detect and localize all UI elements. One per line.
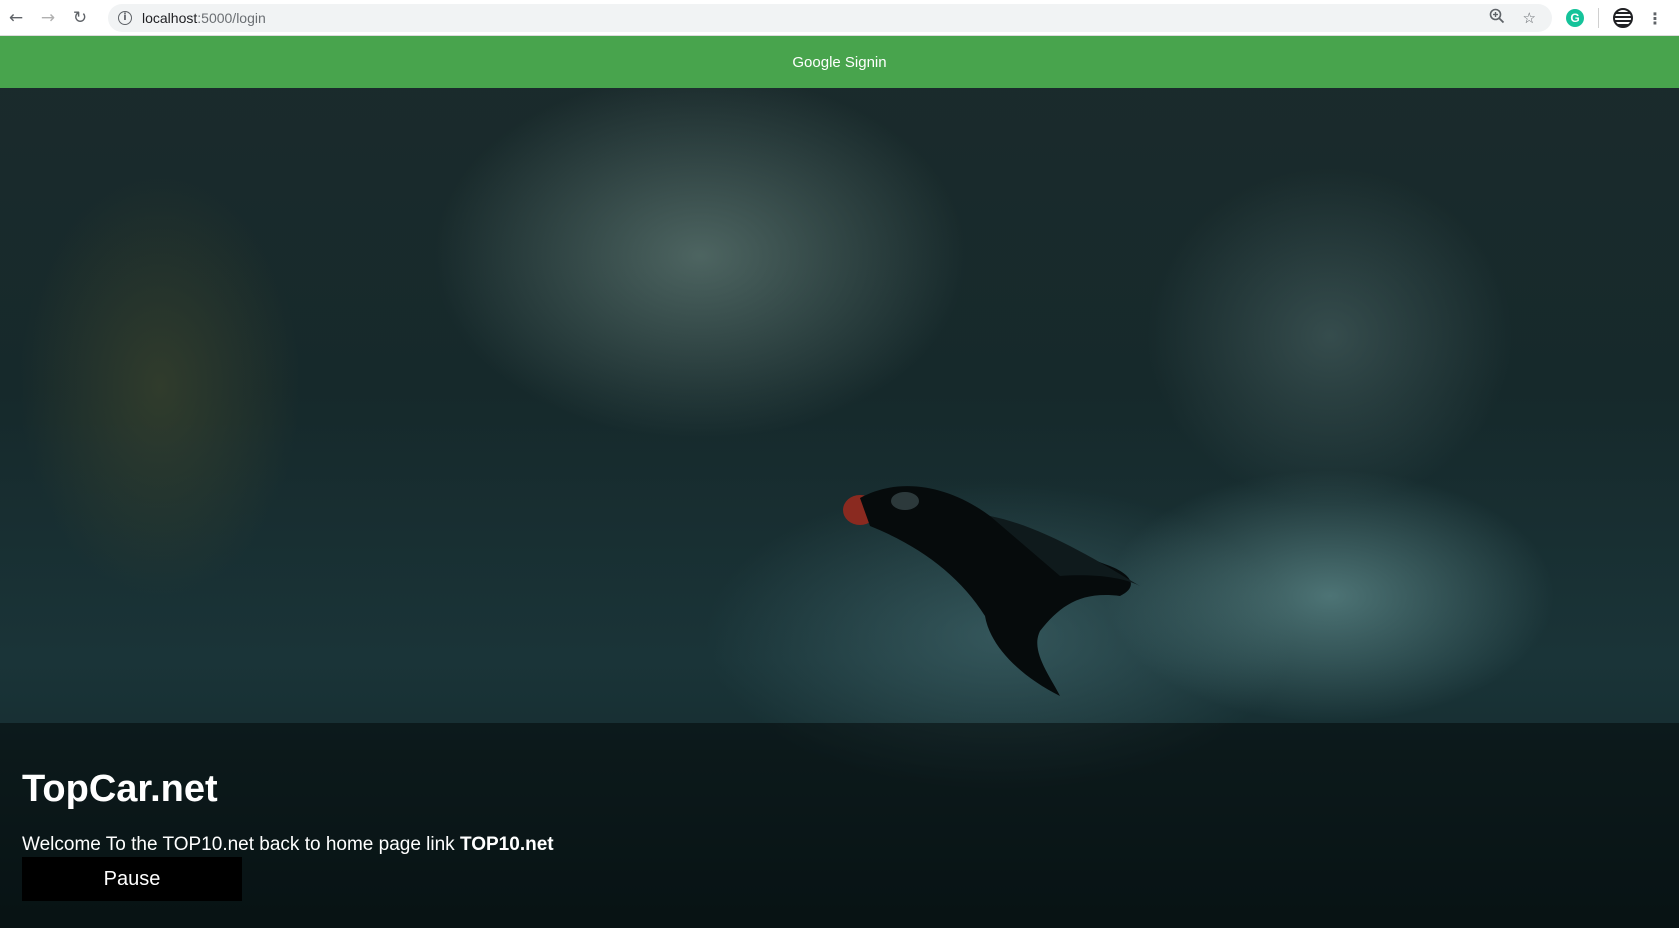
url-path: :5000/login (197, 10, 266, 26)
pause-button[interactable]: Pause (22, 857, 242, 901)
kebab-menu-icon[interactable]: ⋮ (1647, 9, 1663, 28)
site-title: TopCar.net (22, 768, 218, 810)
profile-icon[interactable] (1613, 8, 1633, 28)
browser-toolbar: ← → ↻ i localhost:5000/login ☆ G ⋮ (0, 0, 1679, 36)
welcome-message: Welcome To the TOP10.net back to home pa… (22, 834, 460, 855)
url-text[interactable]: localhost:5000/login (142, 10, 266, 26)
reload-icon: ↻ (72, 7, 88, 28)
grammarly-icon[interactable]: G (1566, 9, 1584, 27)
top-nav-bar: Google Signin (0, 36, 1679, 88)
arrow-right-icon: → (40, 7, 56, 28)
hero-overlay (0, 723, 1679, 928)
forward-button[interactable]: → (32, 0, 64, 36)
welcome-text: Welcome To the TOP10.net back to home pa… (22, 835, 554, 854)
arrow-left-icon: ← (8, 7, 24, 28)
toolbar-divider (1598, 8, 1599, 28)
star-icon[interactable]: ☆ (1523, 9, 1536, 27)
info-icon[interactable]: i (118, 11, 132, 25)
reload-button[interactable]: ↻ (64, 0, 96, 36)
diving-bird-image (843, 486, 1140, 696)
page-body: Google Signin (0, 36, 1679, 928)
url-host: localhost (142, 10, 198, 26)
address-bar[interactable]: i localhost:5000/login ☆ (108, 4, 1552, 32)
google-signin-link[interactable]: Google Signin (792, 54, 886, 71)
back-button[interactable]: ← (0, 0, 32, 36)
zoom-icon[interactable] (1489, 8, 1505, 28)
home-link[interactable]: TOP10.net (460, 834, 554, 855)
